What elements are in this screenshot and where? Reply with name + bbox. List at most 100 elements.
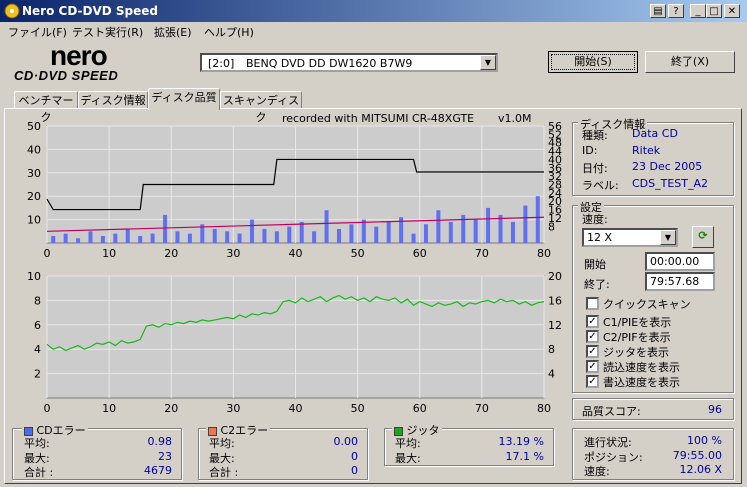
y-tick-label: 2 — [34, 368, 41, 381]
c1-error-bar — [88, 231, 93, 243]
y-tick-label: 8 — [34, 294, 41, 307]
c1-error-bar — [274, 231, 279, 243]
c1-error-bar — [386, 221, 391, 243]
y-tick-label-right: 20 — [548, 270, 562, 283]
chevron-down-icon[interactable]: ▼ — [660, 230, 676, 245]
quick-scan-checkbox[interactable] — [586, 297, 599, 310]
progress-value: 100 % — [687, 434, 722, 447]
speed-label: 速度: — [582, 213, 608, 226]
disc-label-value: CDS_TEST_A2 — [632, 177, 709, 190]
c1-error-bar — [299, 221, 304, 243]
c1-error-bar — [100, 235, 105, 243]
c1-error-bar — [287, 226, 292, 243]
x-tick-label: 0 — [44, 402, 51, 415]
quality-score-value: 96 — [708, 403, 722, 416]
quick-scan-label: クイックスキャン — [603, 298, 691, 311]
c2-avg-label: 平均: — [209, 437, 235, 450]
c2-max-value: 0 — [351, 450, 358, 463]
c1-error-bar — [187, 233, 192, 243]
y-tick-label: 50 — [27, 120, 41, 133]
y-tick-label-right: 8 — [548, 343, 555, 356]
c1-error-bar — [523, 205, 528, 243]
show-c1-checkbox[interactable]: ✓ — [586, 315, 599, 328]
cd-total-value: 4679 — [144, 464, 172, 477]
c1-error-bar — [175, 231, 180, 243]
refresh-icon: ⟳ — [698, 229, 708, 242]
c1-error-bar — [510, 221, 515, 243]
c2-avg-value: 0.00 — [333, 435, 359, 448]
c1-error-bar — [237, 233, 242, 243]
y-tick-label: 40 — [27, 143, 41, 156]
c1-error-bar — [436, 210, 441, 243]
cd-avg-label: 平均: — [24, 437, 50, 450]
start-time-input[interactable]: 00:00.00 — [645, 252, 715, 271]
speed-readout-value: 12.06 X — [679, 463, 722, 476]
c1-error-bar — [411, 233, 416, 243]
cd-total-label: 合計 : — [24, 466, 54, 479]
speed-select[interactable]: 12 X ▼ — [582, 228, 678, 247]
c1-error-bar — [361, 219, 366, 243]
c1-error-bar — [324, 210, 329, 243]
c1-error-bar — [374, 226, 379, 243]
y-tick-label: 30 — [27, 167, 41, 180]
show-read-speed-checkbox[interactable]: ✓ — [586, 360, 599, 373]
disc-date-label: 日付: — [582, 162, 608, 175]
refresh-button[interactable]: ⟳ — [692, 226, 714, 248]
c1-error-bar — [113, 233, 118, 243]
y-tick-label: 20 — [27, 190, 41, 203]
jitter-max-value: 17.1 % — [505, 450, 544, 463]
c1-error-bar — [76, 238, 81, 243]
disc-id-label: ID: — [582, 144, 598, 157]
cd-max-value: 23 — [158, 450, 172, 463]
c2-total-label: 合計 : — [209, 466, 239, 479]
c1-error-bar — [138, 235, 143, 243]
end-label: 終了: — [584, 278, 610, 291]
x-tick-label: 40 — [289, 402, 303, 415]
c1-error-bar — [423, 224, 428, 243]
position-value: 79:55.00 — [672, 449, 722, 462]
disc-label-label: ラベル: — [582, 179, 619, 192]
c1-error-bar — [250, 219, 255, 243]
show-c1-label: C1/PIEを表示 — [603, 316, 672, 329]
show-c2-checkbox[interactable]: ✓ — [586, 330, 599, 343]
show-c2-label: C2/PIFを表示 — [603, 331, 671, 344]
y-tick-label-right: 12 — [548, 319, 562, 332]
disc-id-value: Ritek — [632, 144, 661, 157]
x-tick-label: 30 — [226, 247, 240, 260]
x-tick-label: 60 — [413, 402, 427, 415]
disc-date-value: 23 Dec 2005 — [632, 160, 703, 173]
start-label: 開始 — [584, 258, 606, 271]
y-tick-label-right: 4 — [548, 368, 555, 381]
x-tick-label: 50 — [351, 247, 365, 260]
end-time-input[interactable]: 79:57.68 — [645, 272, 715, 291]
show-write-speed-checkbox[interactable]: ✓ — [586, 375, 599, 388]
disc-type-value: Data CD — [632, 127, 678, 140]
y-tick-label-right: 16 — [548, 294, 562, 307]
speed-readout-label: 速度: — [584, 465, 610, 478]
c1-error-bar — [473, 219, 478, 243]
x-tick-label: 70 — [475, 247, 489, 260]
c2-total-value: 0 — [351, 464, 358, 477]
c1-error-bar — [498, 214, 503, 243]
tab-disc-quality[interactable]: ディスク品質 — [148, 88, 220, 110]
disc-type-label: 種類: — [582, 129, 608, 142]
speed-value: 12 X — [587, 231, 613, 244]
x-tick-label: 40 — [289, 247, 303, 260]
y-tick-label: 10 — [27, 270, 41, 283]
x-tick-label: 30 — [226, 402, 240, 415]
x-tick-label: 20 — [164, 402, 178, 415]
c1-error-bar — [51, 235, 56, 243]
x-tick-label: 70 — [475, 402, 489, 415]
y-tick-label: 10 — [27, 214, 41, 227]
c1-error-bar — [150, 233, 155, 243]
x-tick-label: 20 — [164, 247, 178, 260]
c1-error-bar — [262, 228, 267, 243]
x-tick-label: 60 — [413, 247, 427, 260]
show-jitter-label: ジッタを表示 — [603, 346, 669, 359]
c1-error-bar — [225, 231, 230, 243]
y-tick-label: 6 — [34, 319, 41, 332]
c1-error-bar — [448, 221, 453, 243]
show-jitter-checkbox[interactable]: ✓ — [586, 345, 599, 358]
c1-error-bar — [312, 231, 317, 243]
c1-error-bar — [63, 233, 68, 243]
